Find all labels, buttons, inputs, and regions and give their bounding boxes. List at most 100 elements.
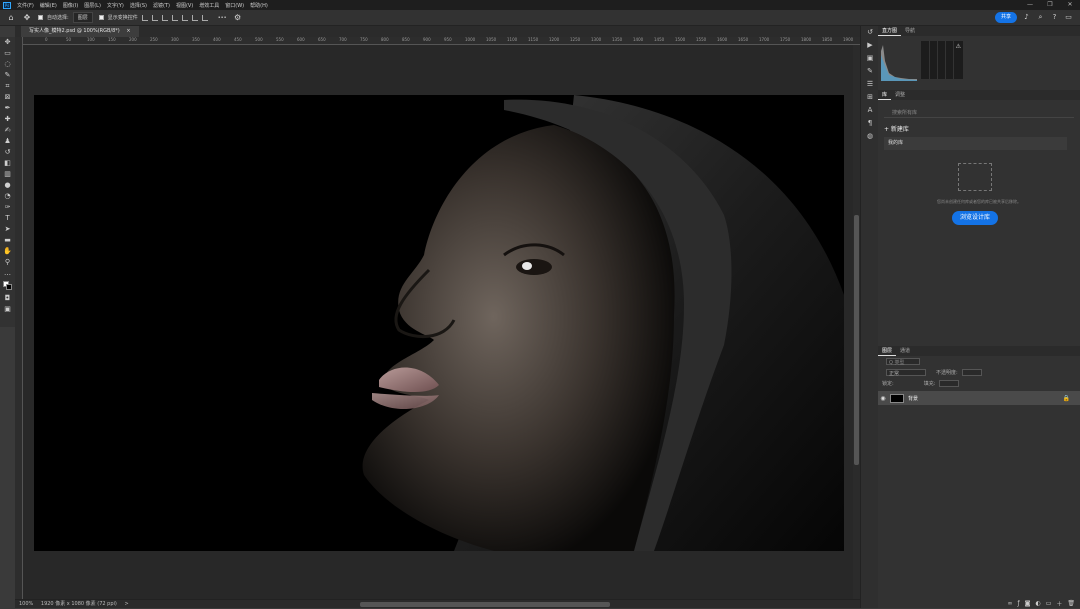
- menu-item[interactable]: 文字(Y): [107, 2, 124, 9]
- fx-icon[interactable]: ƒ: [1017, 600, 1019, 607]
- healing-brush-icon[interactable]: ✚: [0, 114, 15, 125]
- paragraph-panel-icon[interactable]: ¶: [861, 117, 879, 130]
- home-icon[interactable]: ⌂: [6, 13, 16, 23]
- menu-item[interactable]: 增效工具: [199, 2, 219, 9]
- gradient-tool-icon[interactable]: ▥: [0, 169, 15, 180]
- zoom-level[interactable]: 100%: [19, 601, 33, 607]
- distribute-icon[interactable]: [201, 14, 208, 21]
- crop-tool-icon[interactable]: ⌗: [0, 81, 15, 92]
- vertical-scrollbar[interactable]: [853, 45, 860, 599]
- brush-panel-icon[interactable]: ✎: [861, 65, 879, 78]
- status-menu-arrow[interactable]: >: [124, 601, 128, 607]
- layer-row-background[interactable]: ◉ 背景 🔒: [878, 391, 1080, 405]
- layer-filter-dropdown[interactable]: Q 类型: [886, 358, 920, 366]
- history-panel-icon[interactable]: ↺: [861, 26, 879, 39]
- quick-select-tool-icon[interactable]: ✎: [0, 70, 15, 81]
- marquee-tool-icon[interactable]: ▭: [0, 48, 15, 59]
- navigator-preview[interactable]: ⚠: [921, 41, 963, 79]
- align-bottom-icon[interactable]: [191, 14, 198, 21]
- align-left-icon[interactable]: [141, 14, 148, 21]
- menu-item[interactable]: 编辑(E): [40, 2, 57, 9]
- fill-input[interactable]: [939, 380, 960, 387]
- quick-mask-icon[interactable]: ◘: [0, 293, 15, 304]
- screen-mode-icon[interactable]: ▣: [0, 304, 15, 315]
- new-layer-icon[interactable]: ＋: [1056, 599, 1062, 608]
- trash-icon[interactable]: 🗑: [1067, 600, 1075, 607]
- more-options-button[interactable]: •••: [218, 15, 227, 21]
- link-layers-icon[interactable]: ∞: [1007, 600, 1012, 607]
- menu-item[interactable]: 文件(F): [17, 2, 34, 9]
- blur-tool-icon[interactable]: ●: [0, 180, 15, 191]
- visibility-eye-icon[interactable]: ◉: [878, 395, 888, 402]
- menu-item[interactable]: 选择(S): [130, 2, 147, 9]
- opacity-input[interactable]: [961, 369, 982, 376]
- auto-select-dropdown[interactable]: 图层: [72, 12, 93, 23]
- stamp-tool-icon[interactable]: ♟: [0, 136, 15, 147]
- library-search-input[interactable]: 搜索所有库: [884, 108, 1074, 118]
- blend-mode-dropdown[interactable]: 正常: [886, 369, 926, 377]
- document-tab[interactable]: 写实人像_模特2.psd @ 100%(RGB/8*) ×: [21, 26, 139, 37]
- tab-navigator[interactable]: 导航: [901, 26, 919, 36]
- minimize-button[interactable]: —: [1020, 0, 1040, 10]
- browse-libraries-button[interactable]: 浏览设计库: [952, 211, 998, 225]
- lock-icon[interactable]: 🔒: [1063, 395, 1070, 402]
- help-icon[interactable]: ?: [1050, 13, 1059, 22]
- color-swatches[interactable]: [0, 279, 15, 293]
- my-library-item[interactable]: 我的库: [884, 137, 1067, 150]
- adjust-panel-icon[interactable]: ☰: [861, 78, 879, 91]
- shape-tool-icon[interactable]: ▬: [0, 235, 15, 246]
- type-tool-icon[interactable]: T: [0, 213, 15, 224]
- tab-adjustments[interactable]: 调整: [891, 90, 909, 100]
- brush-tool-icon[interactable]: ✍: [0, 125, 15, 136]
- mask-icon[interactable]: ◙: [1025, 600, 1031, 607]
- pen-tool-icon[interactable]: ✑: [0, 202, 15, 213]
- eyedropper-tool-icon[interactable]: ✒: [0, 103, 15, 114]
- vertical-scroll-thumb[interactable]: [854, 215, 859, 465]
- background-color[interactable]: [6, 284, 12, 290]
- bell-icon[interactable]: ♪: [1022, 13, 1031, 22]
- tab-channels[interactable]: 通道: [896, 346, 914, 356]
- move-tool-icon[interactable]: ✥: [22, 13, 32, 23]
- menu-item[interactable]: 窗口(W): [225, 2, 244, 9]
- eraser-tool-icon[interactable]: ◧: [0, 158, 15, 169]
- workspace-icon[interactable]: ▭: [1064, 13, 1073, 22]
- menu-item[interactable]: 图层(L): [84, 2, 101, 9]
- properties-panel-icon[interactable]: ⊞: [861, 91, 879, 104]
- close-button[interactable]: ✕: [1060, 0, 1080, 10]
- close-tab-icon[interactable]: ×: [126, 28, 130, 34]
- tab-libraries[interactable]: 库: [878, 90, 892, 100]
- align-top-icon[interactable]: [171, 14, 178, 21]
- frame-tool-icon[interactable]: ⊠: [0, 92, 15, 103]
- transform-controls-checkbox[interactable]: [98, 15, 104, 20]
- move-tool-icon[interactable]: ✥: [0, 37, 15, 48]
- portrait-image[interactable]: [34, 95, 844, 551]
- menu-item[interactable]: 帮助(H): [250, 2, 268, 9]
- share-button[interactable]: 共享: [995, 12, 1017, 23]
- tab-layers[interactable]: 图层: [878, 346, 897, 356]
- zoom-tool-icon[interactable]: ⚲: [0, 257, 15, 268]
- tab-histogram[interactable]: 直方图: [878, 26, 902, 36]
- more-tools-icon[interactable]: …: [0, 268, 15, 279]
- canvas-area[interactable]: [23, 45, 853, 599]
- menu-item[interactable]: 视图(V): [176, 2, 193, 9]
- actions-panel-icon[interactable]: ▶: [861, 39, 879, 52]
- image-panel-icon[interactable]: ▣: [861, 52, 879, 65]
- auto-select-checkbox[interactable]: [38, 15, 43, 20]
- gear-icon[interactable]: ⚙: [233, 13, 243, 23]
- group-icon[interactable]: ▭: [1046, 600, 1052, 607]
- align-right-icon[interactable]: [161, 14, 168, 21]
- hand-tool-icon[interactable]: ✋: [0, 246, 15, 257]
- history-brush-icon[interactable]: ↺: [0, 147, 15, 158]
- align-center-icon[interactable]: [151, 14, 158, 21]
- align-middle-icon[interactable]: [181, 14, 188, 21]
- dodge-tool-icon[interactable]: ◔: [0, 191, 15, 202]
- path-select-icon[interactable]: ➤: [0, 224, 15, 235]
- search-icon[interactable]: ⌕: [1036, 13, 1045, 22]
- menu-item[interactable]: 滤镜(T): [153, 2, 170, 9]
- horizontal-scroll-thumb[interactable]: [360, 602, 610, 607]
- character-panel-icon[interactable]: A: [861, 104, 879, 117]
- maximize-button[interactable]: ❐: [1040, 0, 1060, 10]
- menu-item[interactable]: 图像(I): [63, 2, 78, 9]
- adjustment-layer-icon[interactable]: ◐: [1035, 600, 1040, 607]
- libraries-panel-icon[interactable]: ◍: [861, 130, 879, 143]
